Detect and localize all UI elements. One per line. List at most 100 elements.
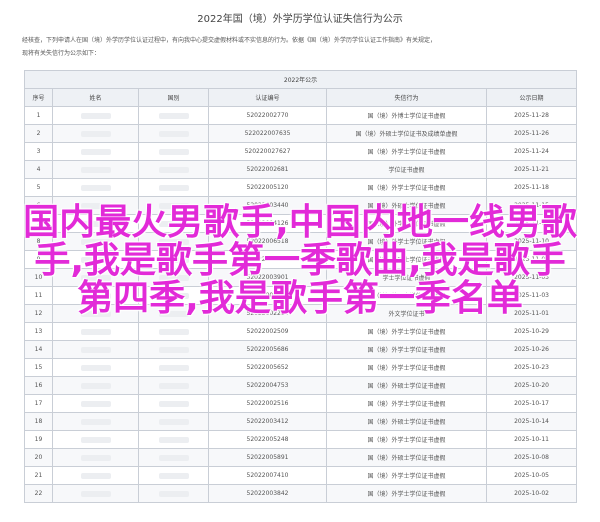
cell-no: 4 [24,160,53,179]
cell-country-blurred [138,160,209,179]
redacted-block [80,148,111,155]
overlay-line-3: 第四季,我是歌手第一季名单 [77,278,523,319]
cell-name-blurred [52,412,139,431]
intro-line-1: 经核查，下列申请人在国（境）外学历学位认证过程中，有向我中心提交虚假材料或不实信… [22,37,437,44]
cell-date: 2025-11-26 [485,124,578,143]
cell-date: 2025-11-18 [485,178,578,197]
cell-name-blurred [52,466,139,485]
cell-cert-id: 52022002770 [208,106,327,125]
redacted-block [80,112,111,119]
cell-behavior: 国（境）外硕士学位证书虚假 [326,448,487,467]
cell-date: 2025-10-29 [485,322,578,341]
header-no: 序号 [24,88,53,107]
cell-country-blurred [138,358,209,377]
cell-behavior: 学位证书虚假 [326,160,487,179]
cell-name-blurred [52,106,139,125]
redacted-block [80,328,111,335]
cell-no: 21 [24,466,53,485]
cell-no: 13 [24,322,53,341]
cell-cert-id: 52022002681 [208,160,327,179]
cell-cert-id: 52022003842 [208,484,327,503]
table-row: 13 52022002509 国（境）外学士学位证书虚假 2025-10-29 [24,322,578,341]
cell-date: 2025-11-28 [485,106,578,125]
cell-behavior: 国（境）外硕士学位证书及成绩单虚假 [326,124,487,143]
table-row: 20 52022005891 国（境）外硕士学位证书虚假 2025-10-08 [24,448,578,467]
cell-cert-id: 522022007635 [208,124,327,143]
cell-behavior: 国（境）外学士学位证书虚假 [326,484,487,503]
cell-behavior: 国（境）外博士学位证书虚假 [326,106,487,125]
cell-date: 2025-10-23 [485,358,578,377]
table-row: 14 52022005686 国（境）外学士学位证书虚假 2025-10-26 [24,340,578,359]
table-header-row: 序号 姓名 国别 认证编号 失信行为 公示日期 [24,88,578,107]
redacted-block [158,364,189,371]
cell-behavior: 国（境）外硕士学位证书虚假 [326,376,487,395]
cell-no: 5 [24,178,53,197]
cell-behavior: 国（境）外学士学位证书虚假 [326,340,487,359]
cell-name-blurred [52,124,139,143]
promo-overlay-text: 国内最火男歌手,中国内地一线男歌 手,我是歌手第一季歌曲,我是歌手 第四季,我是… [0,204,600,318]
cell-cert-id: 52022002516 [208,394,327,413]
cell-behavior: 国（境）外学士学位证书虚假 [326,178,487,197]
cell-date: 2025-10-17 [485,394,578,413]
redacted-block [80,490,111,497]
cell-cert-id: 52022005891 [208,448,327,467]
cell-date: 2025-10-05 [485,466,578,485]
intro-line-2: 现将有关失信行为公示如下： [22,50,101,57]
cell-name-blurred [52,322,139,341]
cell-cert-id: 52022005248 [208,430,327,449]
cell-no: 16 [24,376,53,395]
table-row: 4 52022002681 学位证书虚假 2025-11-21 [24,160,578,179]
redacted-block [158,490,189,497]
cell-date: 2025-10-11 [485,430,578,449]
cell-cert-id: 52022005652 [208,358,327,377]
overlay-line-1: 国内最火男歌手,中国内地一线男歌 [23,202,577,243]
cell-country-blurred [138,124,209,143]
table-row: 22 52022003842 国（境）外学士学位证书虚假 2025-10-02 [24,484,578,503]
table-row: 19 52022005248 国（境）外学士学位证书虚假 2025-10-11 [24,430,578,449]
cell-country-blurred [138,448,209,467]
redacted-block [80,472,111,479]
cell-no: 18 [24,412,53,431]
header-country: 国别 [138,88,209,107]
cell-date: 2025-11-24 [485,142,578,161]
redacted-block [158,472,189,479]
cell-behavior: 国（境）外学士学位证书虚假 [326,394,487,413]
cell-name-blurred [52,394,139,413]
table-row: 2 522022007635 国（境）外硕士学位证书及成绩单虚假 2025-11-26 [24,124,578,143]
cell-no: 20 [24,448,53,467]
redacted-block [158,184,189,191]
cell-no: 1 [24,106,53,125]
cell-country-blurred [138,106,209,125]
cell-country-blurred [138,376,209,395]
redacted-block [158,148,189,155]
page-title: 2022年国（境）外学历学位认证失信行为公示 [197,14,403,25]
cell-behavior: 国（境）外学士学位证书虚假 [326,466,487,485]
redacted-block [158,382,189,389]
cell-cert-id: 52022005686 [208,340,327,359]
cell-country-blurred [138,178,209,197]
table-row: 21 52022007410 国（境）外学士学位证书虚假 2025-10-05 [24,466,578,485]
table-row: 18 52022003412 国（境）外硕士学位证书虚假 2025-10-14 [24,412,578,431]
cell-name-blurred [52,358,139,377]
cell-name-blurred [52,340,139,359]
table-row: 1 52022002770 国（境）外博士学位证书虚假 2025-11-28 [24,106,578,125]
redacted-block [158,328,189,335]
cell-behavior: 国（境）外学士学位证书虚假 [326,358,487,377]
cell-date: 2025-10-14 [485,412,578,431]
redacted-block [158,130,189,137]
cell-country-blurred [138,322,209,341]
cell-date: 2025-10-20 [485,376,578,395]
redacted-block [158,112,189,119]
cell-cert-id: 52022005120 [208,178,327,197]
cell-country-blurred [138,340,209,359]
cell-behavior: 国（境）外学士学位证书虚假 [326,322,487,341]
table-row: 15 52022005652 国（境）外学士学位证书虚假 2025-10-23 [24,358,578,377]
redacted-block [80,364,111,371]
header-behavior: 失信行为 [326,88,487,107]
cell-no: 22 [24,484,53,503]
cell-no: 3 [24,142,53,161]
table-row: 5 52022005120 国（境）外学士学位证书虚假 2025-11-18 [24,178,578,197]
redacted-block [158,454,189,461]
table-row: 16 52022004753 国（境）外硕士学位证书虚假 2025-10-20 [24,376,578,395]
redacted-block [80,418,111,425]
